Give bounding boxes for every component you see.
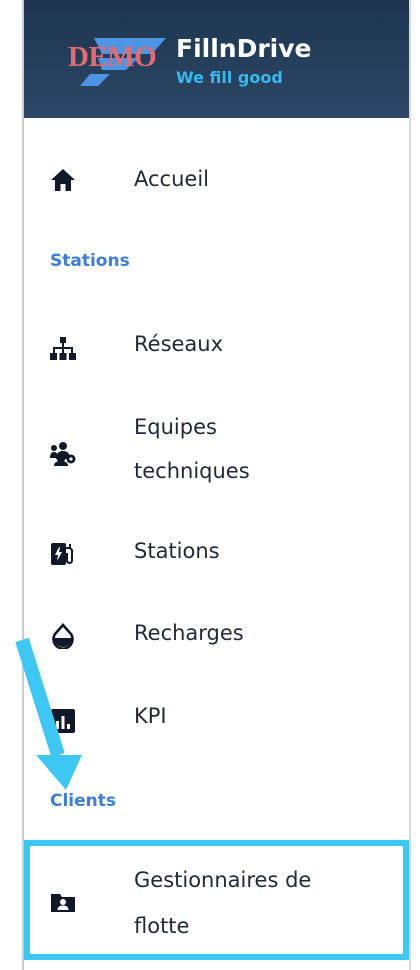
brand-tagline: We fill good	[176, 68, 283, 87]
sidebar: DEMO FillnDrive We fill good Accueil Sta…	[22, 0, 411, 970]
nav-label-fleet-managers-line2: flotte	[134, 914, 190, 938]
chart-icon	[50, 708, 76, 734]
home-icon	[50, 167, 76, 193]
nav-item-networks[interactable]: Réseaux	[24, 325, 409, 369]
demo-badge: DEMO	[68, 41, 157, 73]
nav-label-tech-teams-line1: Equipes	[134, 415, 217, 439]
nav-item-fleet-managers[interactable]: Gestionnaires de flotte	[24, 840, 409, 960]
section-heading-stations: Stations	[50, 251, 130, 271]
nav-label-fleet-managers-line1: Gestionnaires de	[134, 868, 312, 892]
drop-icon	[50, 623, 76, 649]
nav-label-tech-teams-line2: techniques	[134, 459, 250, 483]
nav-label-home: Accueil	[134, 167, 209, 191]
nav-item-stations[interactable]: Stations	[24, 532, 409, 576]
folder-user-icon	[50, 889, 76, 915]
team-icon	[50, 440, 76, 466]
brand-name: FillnDrive	[176, 34, 312, 63]
nav-item-kpi[interactable]: KPI	[24, 697, 409, 741]
left-margin	[0, 0, 22, 970]
nav-item-tech-teams[interactable]: Equipes techniques	[24, 408, 409, 494]
nav-label-kpi: KPI	[134, 704, 167, 728]
nav-label-networks: Réseaux	[134, 332, 224, 356]
sidebar-header: DEMO FillnDrive We fill good	[24, 0, 409, 118]
nav-label-stations: Stations	[134, 539, 220, 563]
section-heading-clients: Clients	[50, 791, 117, 811]
nav-item-home[interactable]: Accueil	[24, 158, 409, 202]
network-icon	[50, 336, 76, 362]
nav-label-recharges: Recharges	[134, 621, 244, 645]
nav-item-recharges[interactable]: Recharges	[24, 614, 409, 658]
charging-station-icon	[50, 541, 76, 567]
